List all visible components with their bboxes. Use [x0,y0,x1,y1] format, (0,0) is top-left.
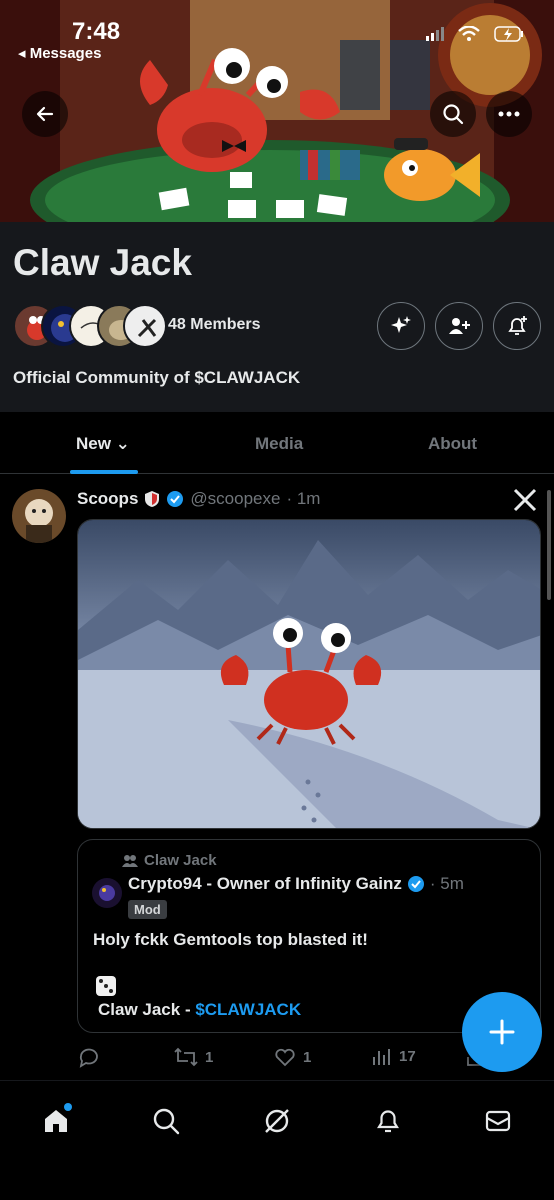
mod-badge: Mod [128,900,167,919]
post-header: Scoops @scoopexe · 1m [77,489,320,509]
members-count[interactable]: 48 Members [168,316,261,334]
nav-messages[interactable] [478,1101,518,1141]
status-icons [426,26,524,42]
more-icon [498,111,520,117]
quoted-footer: Claw Jack - $CLAWJACK [98,1000,301,1020]
grok-icon [265,1109,289,1133]
back-to-messages-link[interactable]: ◂ Messages [18,44,101,62]
tab-media[interactable]: Media [255,434,303,454]
notify-button[interactable] [493,302,541,350]
back-arrow-icon [36,106,54,122]
status-bar: 7:48 ◂ Messages [0,14,554,64]
home-notification-dot [64,1103,72,1111]
wifi-icon [458,26,480,41]
views-button[interactable]: 17 [371,1045,416,1067]
views-icon [373,1049,390,1065]
quoted-post[interactable]: Claw Jack Crypto94 - Owner of Infinity G… [77,839,541,1033]
messages-icon [485,1110,511,1132]
views-count: 17 [399,1047,416,1065]
signal-icon [426,27,444,41]
post-image[interactable] [77,519,541,829]
quoted-community-name: Claw Jack [144,852,217,869]
crab-in-snow-image [78,520,540,828]
quoted-community-label: Claw Jack [122,852,217,869]
add-member-icon [449,318,470,334]
reply-button[interactable] [77,1045,107,1069]
author-handle[interactable]: @scoopexe [190,489,280,509]
tab-about[interactable]: About [428,434,477,454]
notifications-icon [377,1110,399,1133]
like-button[interactable]: 1 [273,1045,311,1069]
grok-summary-button[interactable] [377,302,425,350]
plus-icon [489,1019,515,1045]
community-banner: 7:48 ◂ Messages [0,0,554,222]
nav-explore[interactable] [146,1101,186,1141]
nav-home[interactable] [36,1101,76,1141]
explore-icon [153,1108,180,1135]
more-button[interactable] [486,91,532,137]
member-avatar [123,304,167,348]
post[interactable]: Scoops @scoopexe · 1m Claw Jack Crypto94… [0,475,554,1095]
status-time: 7:48 [72,18,121,45]
repost-button[interactable]: 1 [173,1045,213,1069]
battery-icon [494,26,523,42]
cashtag-link[interactable]: $CLAWJACK [195,1000,301,1019]
active-tab-indicator [70,470,138,474]
community-tabs: New ⌄ Media About [0,412,554,474]
back-button[interactable] [22,91,68,137]
community-title: Claw Jack [13,242,192,283]
repost-count: 1 [205,1048,214,1066]
author-name[interactable]: Scoops [77,489,138,509]
like-icon [275,1048,295,1067]
reply-icon [79,1048,98,1068]
quoted-header: Crypto94 - Owner of Infinity Gainz · 5m [128,874,464,894]
author-avatar[interactable] [12,489,66,543]
community-description: Official Community of $CLAWJACK [13,368,301,387]
tab-new[interactable]: New ⌄ [76,434,130,454]
quoted-footer-prefix: Claw Jack - [98,1000,196,1019]
community-icon [122,854,138,867]
quoted-author-name[interactable]: Crypto94 - Owner of Infinity Gainz [128,874,402,894]
search-icon [443,104,464,125]
verified-icon [407,876,424,892]
bottom-nav [0,1080,554,1200]
like-count: 1 [303,1048,312,1066]
quoted-author-avatar[interactable] [92,878,122,908]
community-header: Claw Jack 48 Members Official Community … [0,222,554,412]
quoted-time: · 5m [429,874,464,893]
repost-icon [174,1047,198,1067]
search-button[interactable] [430,91,476,137]
post-time: · 1m [286,489,321,508]
compose-button[interactable] [462,992,542,1072]
dice-icon [96,976,116,996]
invite-button[interactable] [435,302,483,350]
nav-notifications[interactable] [368,1101,408,1141]
bell-plus-icon [508,316,527,335]
scrollbar[interactable] [547,490,551,600]
nav-grok[interactable] [257,1101,297,1141]
verified-icon [167,491,184,507]
shield-badge-icon [145,491,160,507]
sparkle-icon [391,316,411,333]
quoted-text: Holy fckk Gemtools top blasted it! [93,930,368,949]
x-logo-icon [513,488,537,512]
